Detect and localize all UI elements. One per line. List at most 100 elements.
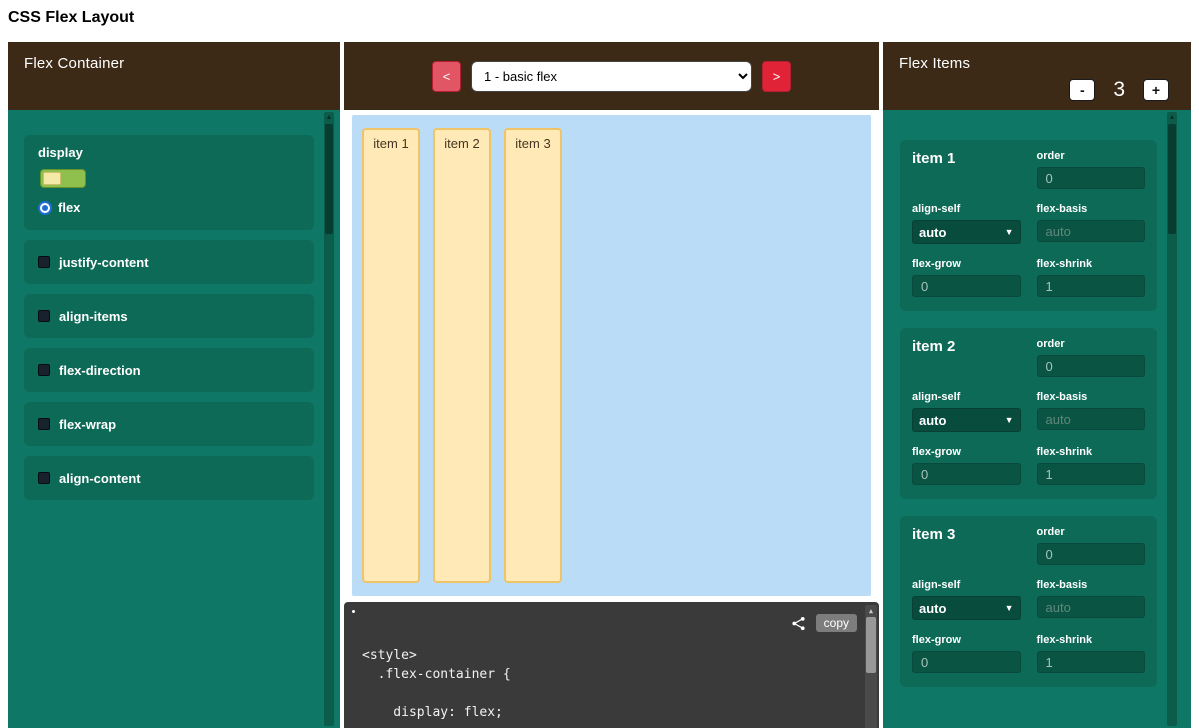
flex-container-panel: Flex Container display flex justify-cont… bbox=[8, 42, 340, 728]
flex-shrink-input[interactable] bbox=[1037, 463, 1146, 485]
align-self-label: align-self bbox=[912, 579, 1021, 591]
add-item-button[interactable]: + bbox=[1143, 79, 1169, 101]
preset-header: < 1 - basic flex > bbox=[344, 42, 879, 110]
scrollbar-thumb[interactable] bbox=[866, 617, 876, 673]
order-label: order bbox=[1037, 150, 1146, 162]
next-preset-button[interactable]: > bbox=[762, 61, 791, 92]
property-card-justify-content[interactable]: justify-content bbox=[24, 240, 314, 284]
checkbox-icon[interactable] bbox=[38, 256, 50, 268]
item-card-title: item 1 bbox=[912, 150, 1021, 189]
remove-item-button[interactable]: - bbox=[1069, 79, 1095, 101]
item-card-title: item 3 bbox=[912, 526, 1021, 565]
flex-basis-label: flex-basis bbox=[1037, 391, 1146, 403]
display-toggle[interactable] bbox=[40, 169, 86, 188]
checkbox-icon[interactable] bbox=[38, 418, 50, 430]
flex-grow-label: flex-grow bbox=[912, 446, 1021, 458]
flex-container-body: display flex justify-content align-items… bbox=[8, 110, 340, 728]
align-self-select[interactable]: auto bbox=[912, 220, 1021, 244]
flex-preview-item: item 3 bbox=[504, 128, 562, 583]
flex-grow-field: flex-grow bbox=[912, 258, 1021, 297]
flex-basis-input[interactable] bbox=[1037, 220, 1146, 242]
display-card: display flex bbox=[24, 135, 314, 230]
align-self-field: align-self auto ▼ bbox=[912, 203, 1021, 244]
property-label: flex-direction bbox=[59, 363, 141, 378]
item-card-1: item 1 order align-self auto ▼ flex-basi bbox=[900, 140, 1157, 311]
code-panel: copy <style> .flex-container { display: … bbox=[344, 602, 879, 728]
item-card-title: item 2 bbox=[912, 338, 1021, 377]
scroll-up-icon[interactable]: ▲ bbox=[865, 605, 877, 617]
flex-grow-input[interactable] bbox=[912, 463, 1021, 485]
code-dot bbox=[352, 610, 355, 613]
item-count-value: 3 bbox=[1113, 78, 1125, 102]
item-card-3: item 3 order align-self auto ▼ flex-basi bbox=[900, 516, 1157, 687]
flex-shrink-input[interactable] bbox=[1037, 275, 1146, 297]
flex-items-header: Flex Items - 3 + bbox=[883, 42, 1191, 110]
code-toolbar: copy bbox=[791, 614, 857, 632]
property-card-flex-wrap[interactable]: flex-wrap bbox=[24, 402, 314, 446]
flex-grow-field: flex-grow bbox=[912, 446, 1021, 485]
item-card-2: item 2 order align-self auto ▼ flex-basi bbox=[900, 328, 1157, 499]
copy-button[interactable]: copy bbox=[816, 614, 857, 632]
right-panel-scrollbar[interactable]: ▲ bbox=[1167, 112, 1177, 726]
flex-preview-container: item 1 item 2 item 3 bbox=[352, 115, 871, 596]
radio-label: flex bbox=[58, 200, 80, 215]
flex-shrink-input[interactable] bbox=[1037, 651, 1146, 673]
flex-shrink-field: flex-shrink bbox=[1037, 634, 1146, 673]
flex-grow-label: flex-grow bbox=[912, 258, 1021, 270]
flex-basis-field: flex-basis bbox=[1037, 391, 1146, 432]
scroll-up-icon[interactable]: ▲ bbox=[324, 112, 334, 124]
code-line bbox=[362, 684, 849, 703]
order-label: order bbox=[1037, 338, 1146, 350]
align-self-select[interactable]: auto bbox=[912, 596, 1021, 620]
flex-basis-input[interactable] bbox=[1037, 596, 1146, 618]
code-scrollbar[interactable]: ▲ bbox=[865, 605, 877, 728]
order-field: order bbox=[1037, 526, 1146, 565]
property-label: flex-wrap bbox=[59, 417, 116, 432]
code-line: <style> bbox=[362, 646, 849, 665]
property-card-align-items[interactable]: align-items bbox=[24, 294, 314, 338]
scrollbar-thumb[interactable] bbox=[1168, 124, 1176, 234]
order-field: order bbox=[1037, 150, 1146, 189]
flex-grow-label: flex-grow bbox=[912, 634, 1021, 646]
order-input[interactable] bbox=[1037, 355, 1146, 377]
display-toggle-knob[interactable] bbox=[43, 172, 61, 185]
page-title: CSS Flex Layout bbox=[8, 9, 134, 27]
property-label: justify-content bbox=[59, 255, 149, 270]
scroll-up-icon[interactable]: ▲ bbox=[1167, 112, 1177, 124]
checkbox-icon[interactable] bbox=[38, 472, 50, 484]
checkbox-icon[interactable] bbox=[38, 310, 50, 322]
preset-bar: < 1 - basic flex > bbox=[344, 42, 879, 110]
flex-grow-field: flex-grow bbox=[912, 634, 1021, 673]
flex-shrink-label: flex-shrink bbox=[1037, 446, 1146, 458]
align-self-field: align-self auto ▼ bbox=[912, 579, 1021, 620]
flex-basis-field: flex-basis bbox=[1037, 579, 1146, 620]
flex-basis-input[interactable] bbox=[1037, 408, 1146, 430]
order-input[interactable] bbox=[1037, 167, 1146, 189]
checkbox-icon[interactable] bbox=[38, 364, 50, 376]
flex-preview-item: item 1 bbox=[362, 128, 420, 583]
align-self-select[interactable]: auto bbox=[912, 408, 1021, 432]
left-panel-scrollbar[interactable]: ▲ bbox=[324, 112, 334, 726]
flex-shrink-label: flex-shrink bbox=[1037, 258, 1146, 270]
preview-column: < 1 - basic flex > item 1 item 2 item 3 … bbox=[344, 42, 879, 728]
flex-shrink-field: flex-shrink bbox=[1037, 446, 1146, 485]
share-icon[interactable] bbox=[791, 616, 806, 631]
flex-grow-input[interactable] bbox=[912, 275, 1021, 297]
scrollbar-thumb[interactable] bbox=[325, 124, 333, 234]
order-input[interactable] bbox=[1037, 543, 1146, 565]
align-self-label: align-self bbox=[912, 203, 1021, 215]
order-label: order bbox=[1037, 526, 1146, 538]
display-flex-radio-row[interactable]: flex bbox=[38, 200, 300, 215]
flex-shrink-field: flex-shrink bbox=[1037, 258, 1146, 297]
radio-checked-icon[interactable] bbox=[38, 201, 52, 215]
item-count-controls: - 3 + bbox=[1069, 78, 1169, 102]
align-self-label: align-self bbox=[912, 391, 1021, 403]
prev-preset-button[interactable]: < bbox=[432, 61, 461, 92]
flex-items-title: Flex Items bbox=[899, 55, 970, 72]
flex-grow-input[interactable] bbox=[912, 651, 1021, 673]
property-card-flex-direction[interactable]: flex-direction bbox=[24, 348, 314, 392]
flex-items-panel: Flex Items - 3 + item 1 order align-self… bbox=[883, 42, 1191, 728]
property-card-align-content[interactable]: align-content bbox=[24, 456, 314, 500]
preset-select[interactable]: 1 - basic flex bbox=[471, 61, 752, 92]
flex-basis-field: flex-basis bbox=[1037, 203, 1146, 244]
